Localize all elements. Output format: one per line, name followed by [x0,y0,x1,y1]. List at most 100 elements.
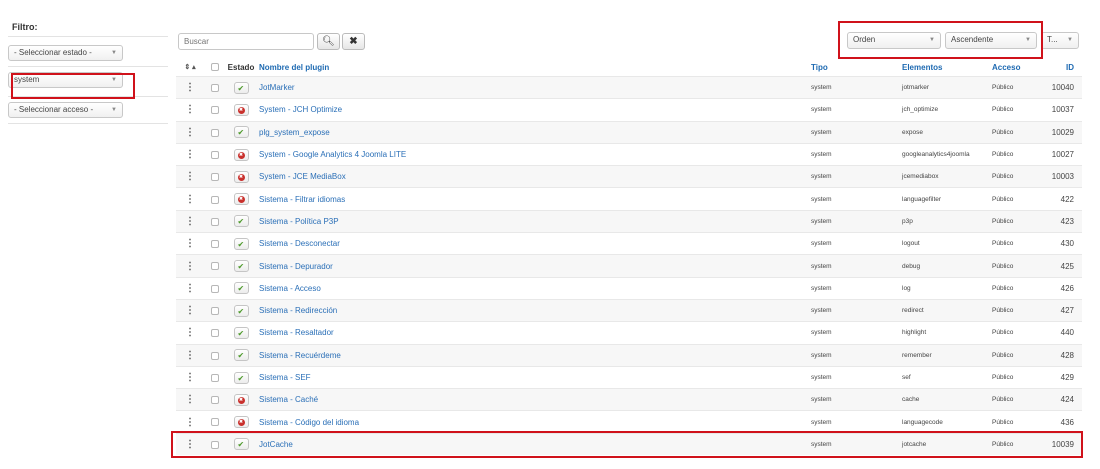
row-checkbox[interactable] [211,173,219,182]
plugin-acceso: Público [992,106,1014,114]
header-elementos[interactable]: Elementos [902,63,992,72]
status-toggle[interactable]: ✖ [233,193,249,206]
plugin-name-link[interactable]: Sistema - Acceso [256,284,811,293]
drag-handle-icon[interactable]: ⋮ [176,194,204,205]
drag-handle-icon[interactable]: ⋮ [176,149,204,160]
status-toggle[interactable]: ✖ [233,103,249,116]
status-toggle[interactable]: ✔ [233,282,249,295]
drag-handle-icon[interactable]: ⋮ [176,104,204,115]
drag-handle-icon[interactable]: ⋮ [176,417,204,428]
row-checkbox[interactable] [211,262,219,271]
plugin-name-link[interactable]: Sistema - Caché [256,395,811,404]
status-toggle[interactable]: ✔ [233,215,249,228]
status-toggle[interactable]: ✔ [233,304,249,317]
status-toggle[interactable]: ✖ [233,148,249,161]
drag-handle-icon[interactable]: ⋮ [176,305,204,316]
plugin-tipo: system [811,151,832,159]
header-acceso[interactable]: Acceso [992,63,1042,72]
row-checkbox[interactable] [211,84,219,93]
drag-handle-icon[interactable]: ⋮ [176,127,204,138]
plugin-name-link[interactable]: Sistema - SEF [256,373,811,382]
row-checkbox[interactable] [211,373,219,382]
clear-search-button[interactable]: ✖ [342,33,365,50]
row-checkbox[interactable] [211,307,219,315]
drag-handle-icon[interactable]: ⋮ [176,350,204,361]
row-checkbox[interactable] [211,440,219,449]
search-button[interactable]: 🔍︎ [317,33,340,50]
drag-handle-icon[interactable]: ⋮ [176,439,204,450]
plugin-name-link[interactable]: Sistema - Recuérdeme [256,351,811,360]
check-icon: ✔ [237,83,245,93]
acceso-select[interactable]: - Seleccionar acceso - ▼ [8,102,123,118]
row-checkbox[interactable] [211,284,219,293]
row-checkbox[interactable] [211,418,219,427]
header-estado[interactable]: Estado [226,63,256,72]
status-toggle[interactable]: ✖ [233,393,249,406]
drag-handle-icon[interactable]: ⋮ [176,82,204,93]
plugin-elemento: googleanalytics4joomla [902,151,970,159]
plugin-name-link[interactable]: Sistema - Resaltador [256,328,811,337]
drag-handle-icon[interactable]: ⋮ [176,216,204,227]
status-toggle[interactable]: ✖ [233,416,249,429]
plugin-name-link[interactable]: Sistema - Código del idioma [256,418,811,427]
plugin-name-link[interactable]: Sistema - Redirección [256,306,811,315]
table-row: ⋮ ✔ Sistema - Política P3P system p3p Público… [176,209,1082,233]
plugin-name-link[interactable]: plg_system_expose [256,128,811,137]
table-row: ⋮ ✔ Sistema - Desconectar system logout Públi… [176,232,1082,254]
header-tipo[interactable]: Tipo [811,63,902,72]
drag-handle-icon[interactable]: ⋮ [176,283,204,294]
status-toggle[interactable]: ✔ [233,349,249,362]
direction-select[interactable]: Ascendente ▼ [945,32,1037,49]
row-checkbox[interactable] [211,329,219,338]
order-select[interactable]: Orden ▼ [847,32,941,49]
plugin-elemento: jotmarker [902,84,930,92]
row-checkbox[interactable] [211,217,219,226]
disabled-x-icon: ✖ [237,151,245,159]
status-toggle[interactable]: ✔ [233,126,249,139]
drag-handle-icon[interactable]: ⋮ [176,372,204,383]
status-toggle[interactable]: ✔ [233,237,249,250]
row-checkbox[interactable] [211,396,219,405]
search-input[interactable] [178,33,314,50]
status-toggle[interactable]: ✔ [233,81,249,94]
check-icon: ✔ [237,217,245,227]
drag-handle-icon[interactable]: ⋮ [176,394,204,405]
row-checkbox[interactable] [211,106,219,115]
plugin-name-link[interactable]: System - Google Analytics 4 Joomla LITE [256,150,811,159]
status-toggle[interactable]: ✔ [233,260,249,273]
drag-handle-icon[interactable]: ⋮ [176,327,204,338]
plugin-tipo: system [811,173,832,181]
row-checkbox[interactable] [211,128,219,137]
header-name[interactable]: Nombre del plugin [256,63,811,72]
plugin-name-link[interactable]: Sistema - Desconectar [256,239,811,248]
header-id[interactable]: ID [1042,63,1082,72]
check-icon: ✔ [237,373,245,383]
plugin-id: 10040 [1051,83,1074,93]
plugin-name-link[interactable]: Sistema - Depurador [256,262,811,271]
plugin-name-link[interactable]: Sistema - Filtrar idiomas [256,195,811,204]
plugin-name-link[interactable]: Sistema - Política P3P [256,217,811,226]
plugin-acceso: Público [992,329,1014,337]
row-checkbox[interactable] [211,150,219,159]
select-all-checkbox[interactable] [211,63,219,72]
drag-handle-icon[interactable]: ⋮ [176,238,204,249]
drag-handle-icon[interactable]: ⋮ [176,171,204,182]
sort-ordering-header[interactable]: ⇕ ▴ [176,63,204,71]
row-checkbox[interactable] [211,351,219,360]
plugin-name-link[interactable]: System - JCE MediaBox [256,172,811,181]
row-checkbox[interactable] [211,240,219,249]
status-toggle[interactable]: ✔ [233,326,249,339]
plugin-name-link[interactable]: JotCache [256,440,811,449]
row-checkbox[interactable] [211,195,219,204]
status-toggle[interactable]: ✔ [233,371,249,384]
tipo-select[interactable]: system ▼ [8,72,123,88]
status-toggle[interactable]: ✖ [233,170,249,183]
limit-select[interactable]: T... ▼ [1041,32,1079,49]
status-toggle[interactable]: ✔ [233,438,249,451]
plugin-name-link[interactable]: System - JCH Optimize [256,105,811,114]
plugin-tipo: system [811,128,832,136]
plugin-name-link[interactable]: JotMarker [256,83,811,92]
drag-handle-icon[interactable]: ⋮ [176,261,204,272]
estado-select[interactable]: - Seleccionar estado - ▼ [8,45,123,61]
table-row: ⋮ ✔ Sistema - Resaltador system highlight Púb… [176,321,1082,343]
